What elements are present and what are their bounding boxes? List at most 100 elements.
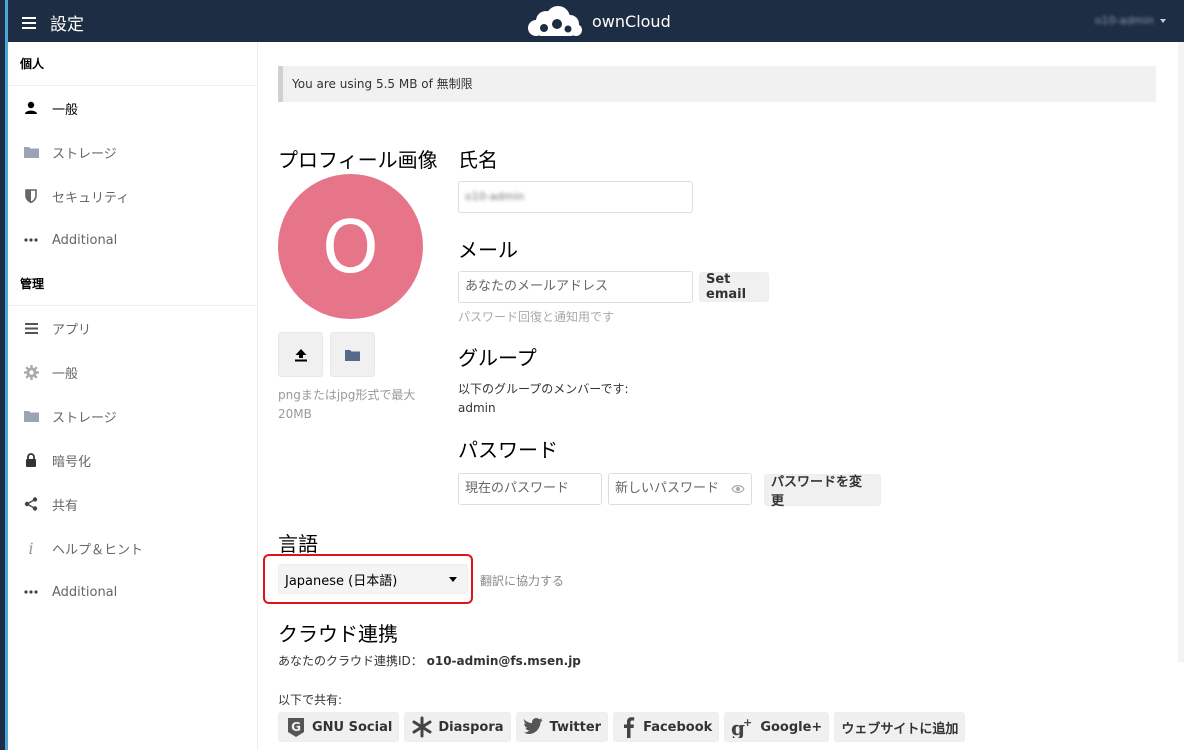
email-field[interactable]: あなたのメールアドレス [458,271,693,303]
sidebar-item-admin-encryption[interactable]: 暗号化 [8,438,257,482]
share-intro: 以下で共有: [278,693,343,707]
person-icon [22,99,40,117]
user-menu[interactable]: o10-admin [1095,14,1166,27]
settings-sidebar: 個人 一般 ストレージ セキュリティ Additional 管理 アプリ 一般 … [8,42,258,750]
sidebar-item-admin-help[interactable]: i ヘルプ＆ヒント [8,526,257,570]
app-title: 設定 [50,15,84,35]
folder-icon [345,349,360,361]
sidebar-item-label: ヘルプ＆ヒント [52,542,144,558]
sidebar-item-label: ストレージ [52,146,117,162]
hamburger-icon [22,16,36,29]
add-to-website-button[interactable]: ウェブサイトに追加 [834,712,966,742]
sidebar-item-personal-security[interactable]: セキュリティ [8,174,257,218]
cloud-logo-icon [528,6,582,36]
avatar: O [278,174,423,319]
diaspora-icon [412,716,432,738]
change-password-button[interactable]: パスワードを変更 [764,474,881,509]
top-header: 設定 ownCloud o10-admin [8,0,1184,42]
sidebar-item-label: 一般 [52,102,79,118]
profile-picture-heading: プロフィール画像 [278,148,438,172]
gnu-social-icon: G [288,718,304,737]
share-diaspora-button[interactable]: Diaspora [404,712,511,742]
language-section: 言語 Japanese (日本語) 翻訳に協力する [263,528,564,604]
folder-icon [22,407,40,425]
sidebar-item-admin-apps[interactable]: アプリ [8,306,257,350]
gear-icon [22,363,40,381]
upload-avatar-button[interactable] [278,332,323,377]
sidebar-item-label: Additional [52,584,118,600]
svg-text:+: + [743,716,752,729]
federated-cloud-section: クラウド連携 あなたのクラウド連携ID： o10-admin@fs.msen.j… [278,618,581,707]
list-icon [22,319,40,337]
info-icon: i [28,538,34,558]
share-gnu-social-button[interactable]: G GNU Social [278,712,400,742]
share-button-label: ウェブサイトに追加 [841,721,959,737]
fullname-heading: 氏名 [458,148,498,172]
email-heading: メール [458,238,518,262]
language-selected-value: Japanese (日本語) [285,573,398,589]
app-menu-toggle[interactable]: 設定 [22,10,84,35]
groups-intro: 以下のグループのメンバーです: [458,382,629,396]
sidebar-item-admin-sharing[interactable]: 共有 [8,482,257,526]
shield-icon [22,187,40,205]
current-password-placeholder: 現在のパスワード [465,481,570,496]
sidebar-item-admin-storage[interactable]: ストレージ [8,394,257,438]
personal-heading: 個人 [8,42,257,86]
share-icon [22,495,40,513]
fullname-value: o10-admin [465,190,525,203]
brand-name: ownCloud [592,11,671,31]
email-hint: パスワード回復と通知用です [458,310,615,324]
sidebar-item-admin-additional[interactable]: Additional [8,570,257,614]
twitter-icon [523,718,543,735]
federated-id-label: あなたのクラウド連携ID： [278,654,423,668]
share-button-label: Facebook [643,719,713,735]
user-name: o10-admin [1094,14,1154,27]
new-password-field[interactable]: 新しいパスワード [608,473,752,505]
fullname-field[interactable]: o10-admin [458,181,693,213]
scrollbar[interactable] [1178,42,1184,662]
share-button-label: Diaspora [438,719,504,735]
groups-heading: グループ [458,346,537,370]
current-password-field[interactable]: 現在のパスワード [458,473,602,505]
profile-picture-section: プロフィール画像 O pngまたはjpg形式で最大20MB [278,144,448,421]
share-buttons: G GNU Social Diaspora Twitter Facebook g… [278,712,966,742]
sidebar-item-label: Additional [52,232,118,248]
choose-avatar-from-files-button[interactable] [330,332,375,377]
sidebar-item-personal-storage[interactable]: ストレージ [8,130,257,174]
share-button-label: Twitter [549,719,602,735]
chevron-down-icon [449,576,457,582]
sidebar-item-label: 暗号化 [52,454,92,470]
set-email-button[interactable]: Set email [699,272,769,302]
settings-content: You are using 5.5 MB of 無制限 プロフィール画像 O p… [263,42,1158,750]
quota-bar: You are using 5.5 MB of 無制限 [278,66,1156,102]
federated-heading: クラウド連携 [278,622,398,646]
sidebar-item-label: アプリ [52,322,92,338]
language-heading: 言語 [278,532,318,556]
sidebar-item-label: 一般 [52,366,79,382]
lock-icon [22,451,40,469]
email-placeholder: あなたのメールアドレス [465,279,609,294]
share-facebook-button[interactable]: Facebook [613,712,720,742]
share-button-label: Google+ [760,719,823,735]
avatar-size-note: pngまたはjpg形式で最大20MB [278,388,416,421]
owncloud-logo[interactable]: ownCloud [524,4,671,38]
sidebar-item-label: ストレージ [52,410,117,426]
more-icon [22,583,40,601]
admin-heading: 管理 [8,262,257,306]
sidebar-item-personal-general[interactable]: 一般 [8,86,257,130]
sidebar-item-admin-general[interactable]: 一般 [8,350,257,394]
help-translate-link[interactable]: 翻訳に協力する [480,572,620,589]
share-google-plus-button[interactable]: g + Google+ [724,712,830,742]
google-plus-icon: g+ [731,716,752,738]
groups-list: admin [458,401,496,415]
language-select[interactable]: Japanese (日本語) [278,564,468,594]
sidebar-item-personal-additional[interactable]: Additional [8,218,257,262]
share-twitter-button[interactable]: Twitter [515,712,609,742]
upload-icon [294,348,307,361]
caret-down-icon [1160,18,1166,23]
window-left-edge [0,0,8,750]
folder-icon [22,143,40,161]
share-button-label: GNU Social [312,719,393,735]
sidebar-item-label: 共有 [52,498,79,514]
eye-icon[interactable] [731,484,745,494]
